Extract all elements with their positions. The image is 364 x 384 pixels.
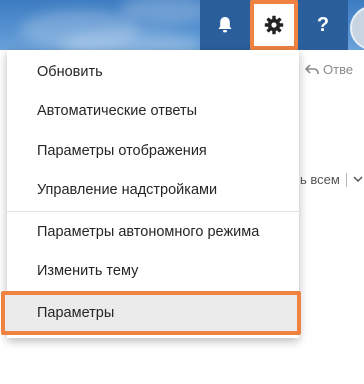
reply-button[interactable]: Отве — [305, 62, 353, 77]
reply-all-label: ь всем — [300, 172, 340, 187]
notifications-button[interactable] — [200, 0, 250, 50]
help-icon: ? — [316, 13, 330, 36]
menu-item-manage-addins[interactable]: Управление надстройками — [7, 170, 299, 210]
menu-item-label: Изменить тему — [37, 263, 139, 279]
gear-icon — [264, 15, 284, 35]
reply-label: Отве — [323, 62, 354, 77]
help-button[interactable]: ? — [298, 0, 348, 50]
menu-item-label: Обновить — [37, 64, 103, 80]
divider — [345, 172, 347, 187]
menu-item-label: Параметры отображения — [37, 143, 207, 159]
menu-item-refresh[interactable]: Обновить — [7, 52, 299, 92]
menu-item-automatic-replies[interactable]: Автоматические ответы — [7, 91, 299, 131]
settings-menu: Обновить Автоматические ответы Параметры… — [1, 50, 301, 338]
menu-item-display-settings[interactable]: Параметры отображения — [7, 131, 299, 171]
menu-item-label: Параметры автономного режима — [37, 224, 260, 240]
menu-item-label: Автоматические ответы — [37, 103, 198, 119]
header-bar: ? — [0, 0, 364, 50]
reply-all-button[interactable]: ь всем — [300, 172, 363, 187]
menu-item-label: Параметры — [37, 305, 115, 321]
menu-item-options[interactable]: Параметры — [1, 291, 301, 335]
settings-button[interactable] — [250, 0, 298, 50]
avatar[interactable] — [350, 6, 364, 50]
menu-item-label: Управление надстройками — [37, 182, 218, 198]
reply-icon — [305, 63, 319, 74]
menu-item-offline-settings[interactable]: Параметры автономного режима — [7, 212, 299, 252]
chevron-down-icon[interactable] — [353, 176, 363, 183]
bell-icon — [218, 17, 232, 33]
menu-item-change-theme[interactable]: Изменить тему — [7, 251, 299, 291]
